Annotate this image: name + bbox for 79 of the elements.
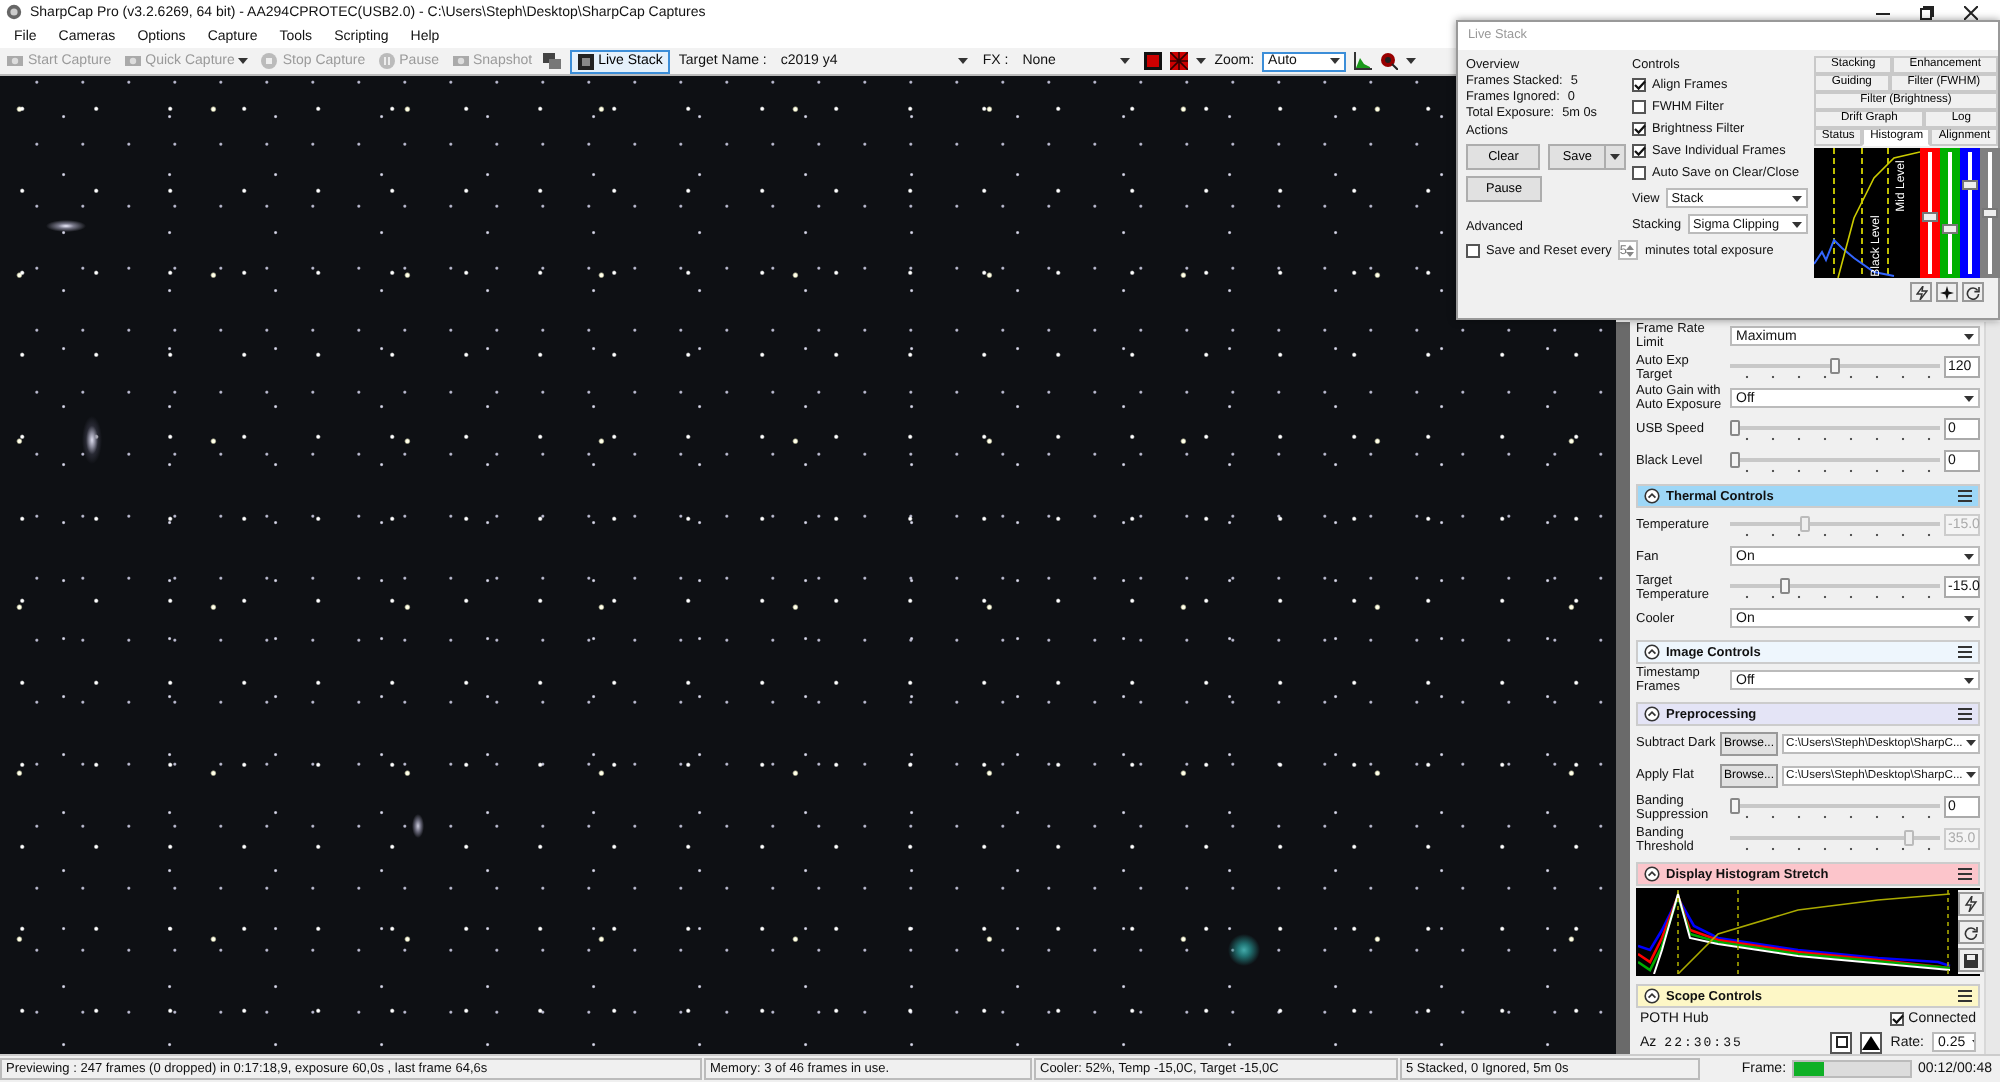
reset-icon [1966,285,1980,299]
caret-icon [1610,154,1620,160]
slider-thumb[interactable] [1730,419,1740,435]
caret-icon [1964,553,1974,559]
checkbox[interactable] [1466,243,1480,257]
maximize-icon[interactable] [1920,5,1934,19]
camera-icon [123,52,142,70]
chevron-up-icon [1644,706,1660,722]
lightning-button[interactable] [1958,892,1984,916]
histogram-icon[interactable] [1354,52,1373,70]
channel-slider[interactable] [1940,148,1960,278]
stop-button[interactable] [1830,1031,1853,1053]
star-button[interactable] [1936,282,1958,302]
stack-icon [578,53,595,69]
slider-thumb[interactable] [1730,451,1740,467]
checkbox[interactable] [1632,77,1646,91]
caret-icon [1330,58,1341,64]
channel-slider[interactable] [1980,148,2000,278]
check-icon [1891,1014,1904,1024]
menu-icon[interactable] [1958,646,1972,658]
square-icon [1835,1036,1848,1048]
close-icon[interactable] [1964,5,1978,19]
caret-icon [1792,221,1802,227]
caret-icon [238,58,249,64]
caret-icon [1196,58,1207,64]
caret-icon [1966,740,1976,746]
chevron-up-icon [1644,866,1660,882]
camera-icon [6,52,24,70]
square-icon[interactable] [1144,52,1163,70]
slider-thumb[interactable] [1730,797,1740,813]
reset-button[interactable] [1958,920,1984,944]
menu-icon[interactable] [1958,990,1972,1002]
crossed-square-icon[interactable] [1170,52,1189,70]
caret-icon [1964,677,1974,683]
caret-icon [1964,333,1974,339]
lightning-icon [1915,285,1927,299]
slider-thumb[interactable] [1780,577,1790,593]
reset-icon [1964,925,1978,939]
checkbox[interactable] [1632,165,1646,179]
caret-icon [1792,195,1802,201]
reset-button[interactable] [1962,282,1984,302]
slider-thumb[interactable] [1922,211,1938,222]
menu-icon[interactable] [1958,868,1972,880]
monitor-icon [542,52,563,70]
spinner-arrows-icon [1626,243,1635,257]
check-icon [1633,79,1645,89]
histogram-drawing [1814,148,1920,278]
chevron-up-icon [1644,488,1660,504]
move-up-button[interactable] [1860,1031,1883,1053]
caret-icon [1120,58,1131,64]
channel-slider[interactable] [1960,148,1980,278]
camera-icon [451,52,469,70]
slider-thumb[interactable] [1982,208,1998,218]
caret-icon [1964,395,1974,401]
chevron-up-icon [1644,988,1660,1004]
scrollbar[interactable] [1984,322,2000,1054]
triangle-up-icon [1862,1035,1881,1049]
checkbox[interactable] [1632,99,1646,113]
checkbox[interactable] [1632,143,1646,157]
save-options-button[interactable] [1606,144,1626,170]
checkbox[interactable] [1890,1012,1905,1026]
menu-icon[interactable] [1958,490,1972,502]
channel-slider[interactable] [1920,148,1940,278]
star-icon [1940,285,1954,299]
slider-thumb[interactable] [1962,180,1978,191]
chevron-up-icon [1644,644,1660,660]
lightning-icon [1964,896,1978,912]
app-logo-icon [6,4,22,20]
lightning-button[interactable] [1910,282,1932,302]
caret-icon [958,58,969,64]
caret-icon [1964,615,1974,621]
caret-icon [1406,58,1417,64]
reticle-icon[interactable] [1380,52,1399,70]
checkbox[interactable] [1632,121,1646,135]
menu-icon[interactable] [1958,708,1972,720]
save-button[interactable] [1958,948,1984,972]
slider-thumb[interactable] [1830,357,1840,373]
caret-icon [1966,772,1976,778]
slider-thumb[interactable] [1942,224,1958,235]
